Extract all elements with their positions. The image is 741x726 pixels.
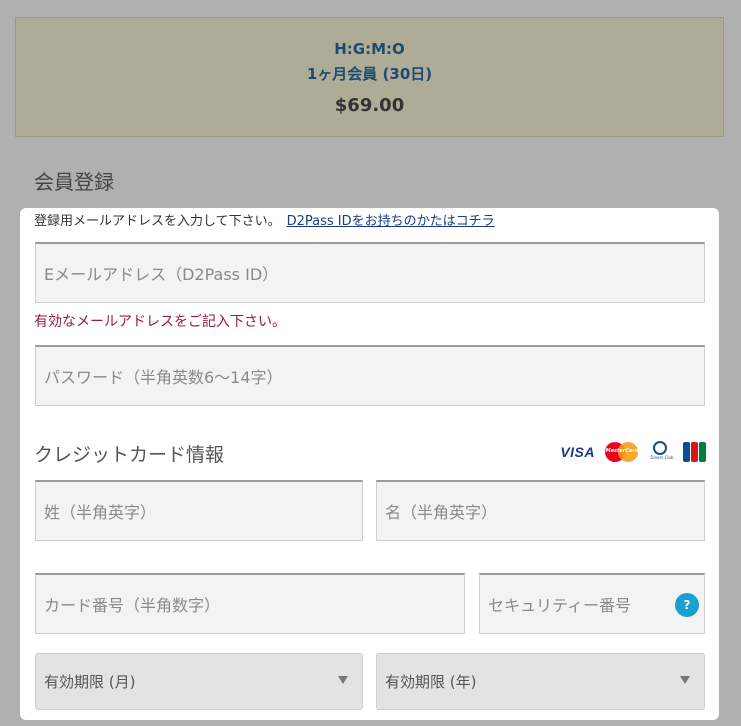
- d2pass-login-link[interactable]: D2Pass IDをお持ちのかたはコチラ: [287, 214, 495, 229]
- chevron-down-icon: [680, 676, 690, 684]
- mastercard-icon: MasterCard: [605, 441, 639, 463]
- product-plan: 1ヶ月会員 (30日): [306, 65, 433, 83]
- product-price: $69.00: [334, 95, 405, 116]
- last-name-field[interactable]: 姓（半角英字）: [35, 480, 363, 541]
- expiry-month-select[interactable]: 有効期限 (月): [35, 653, 363, 710]
- card-brand-logos: VISA MasterCard Diners Club: [560, 441, 707, 463]
- product-name: H:G:M:O: [334, 40, 405, 58]
- registration-title: 会員登録: [34, 170, 114, 194]
- diners-club-icon: Diners Club: [649, 441, 674, 463]
- email-notice-text: 登録用メールアドレスを入力して下さい。: [34, 214, 281, 229]
- security-code-help-icon[interactable]: ?: [675, 593, 699, 617]
- security-code-field[interactable]: セキュリティー番号: [479, 573, 705, 634]
- chevron-down-icon: [338, 676, 348, 684]
- card-number-field[interactable]: カード番号（半角数字）: [35, 573, 465, 634]
- jcb-icon: [683, 442, 707, 462]
- expiry-year-label: 有効期限 (年): [385, 673, 477, 691]
- expiry-month-label: 有効期限 (月): [44, 673, 136, 691]
- email-error-message: 有効なメールアドレスをご記入下さい。: [34, 314, 286, 330]
- email-notice: 登録用メールアドレスを入力して下さい。 D2Pass IDをお持ちのかたはコチラ: [34, 210, 495, 229]
- product-summary: H:G:M:O 1ヶ月会員 (30日) $69.00: [15, 17, 724, 137]
- registration-form: 登録用メールアドレスを入力して下さい。 D2Pass IDをお持ちのかたはコチラ …: [20, 208, 719, 720]
- credit-card-title: クレジットカード情報: [34, 444, 225, 466]
- visa-icon: VISA: [560, 444, 595, 460]
- password-field[interactable]: パスワード（半角英数6～14字）: [35, 345, 705, 406]
- email-field[interactable]: Eメールアドレス（D2Pass ID）: [35, 242, 705, 303]
- first-name-field[interactable]: 名（半角英字）: [376, 480, 705, 541]
- expiry-year-select[interactable]: 有効期限 (年): [376, 653, 705, 710]
